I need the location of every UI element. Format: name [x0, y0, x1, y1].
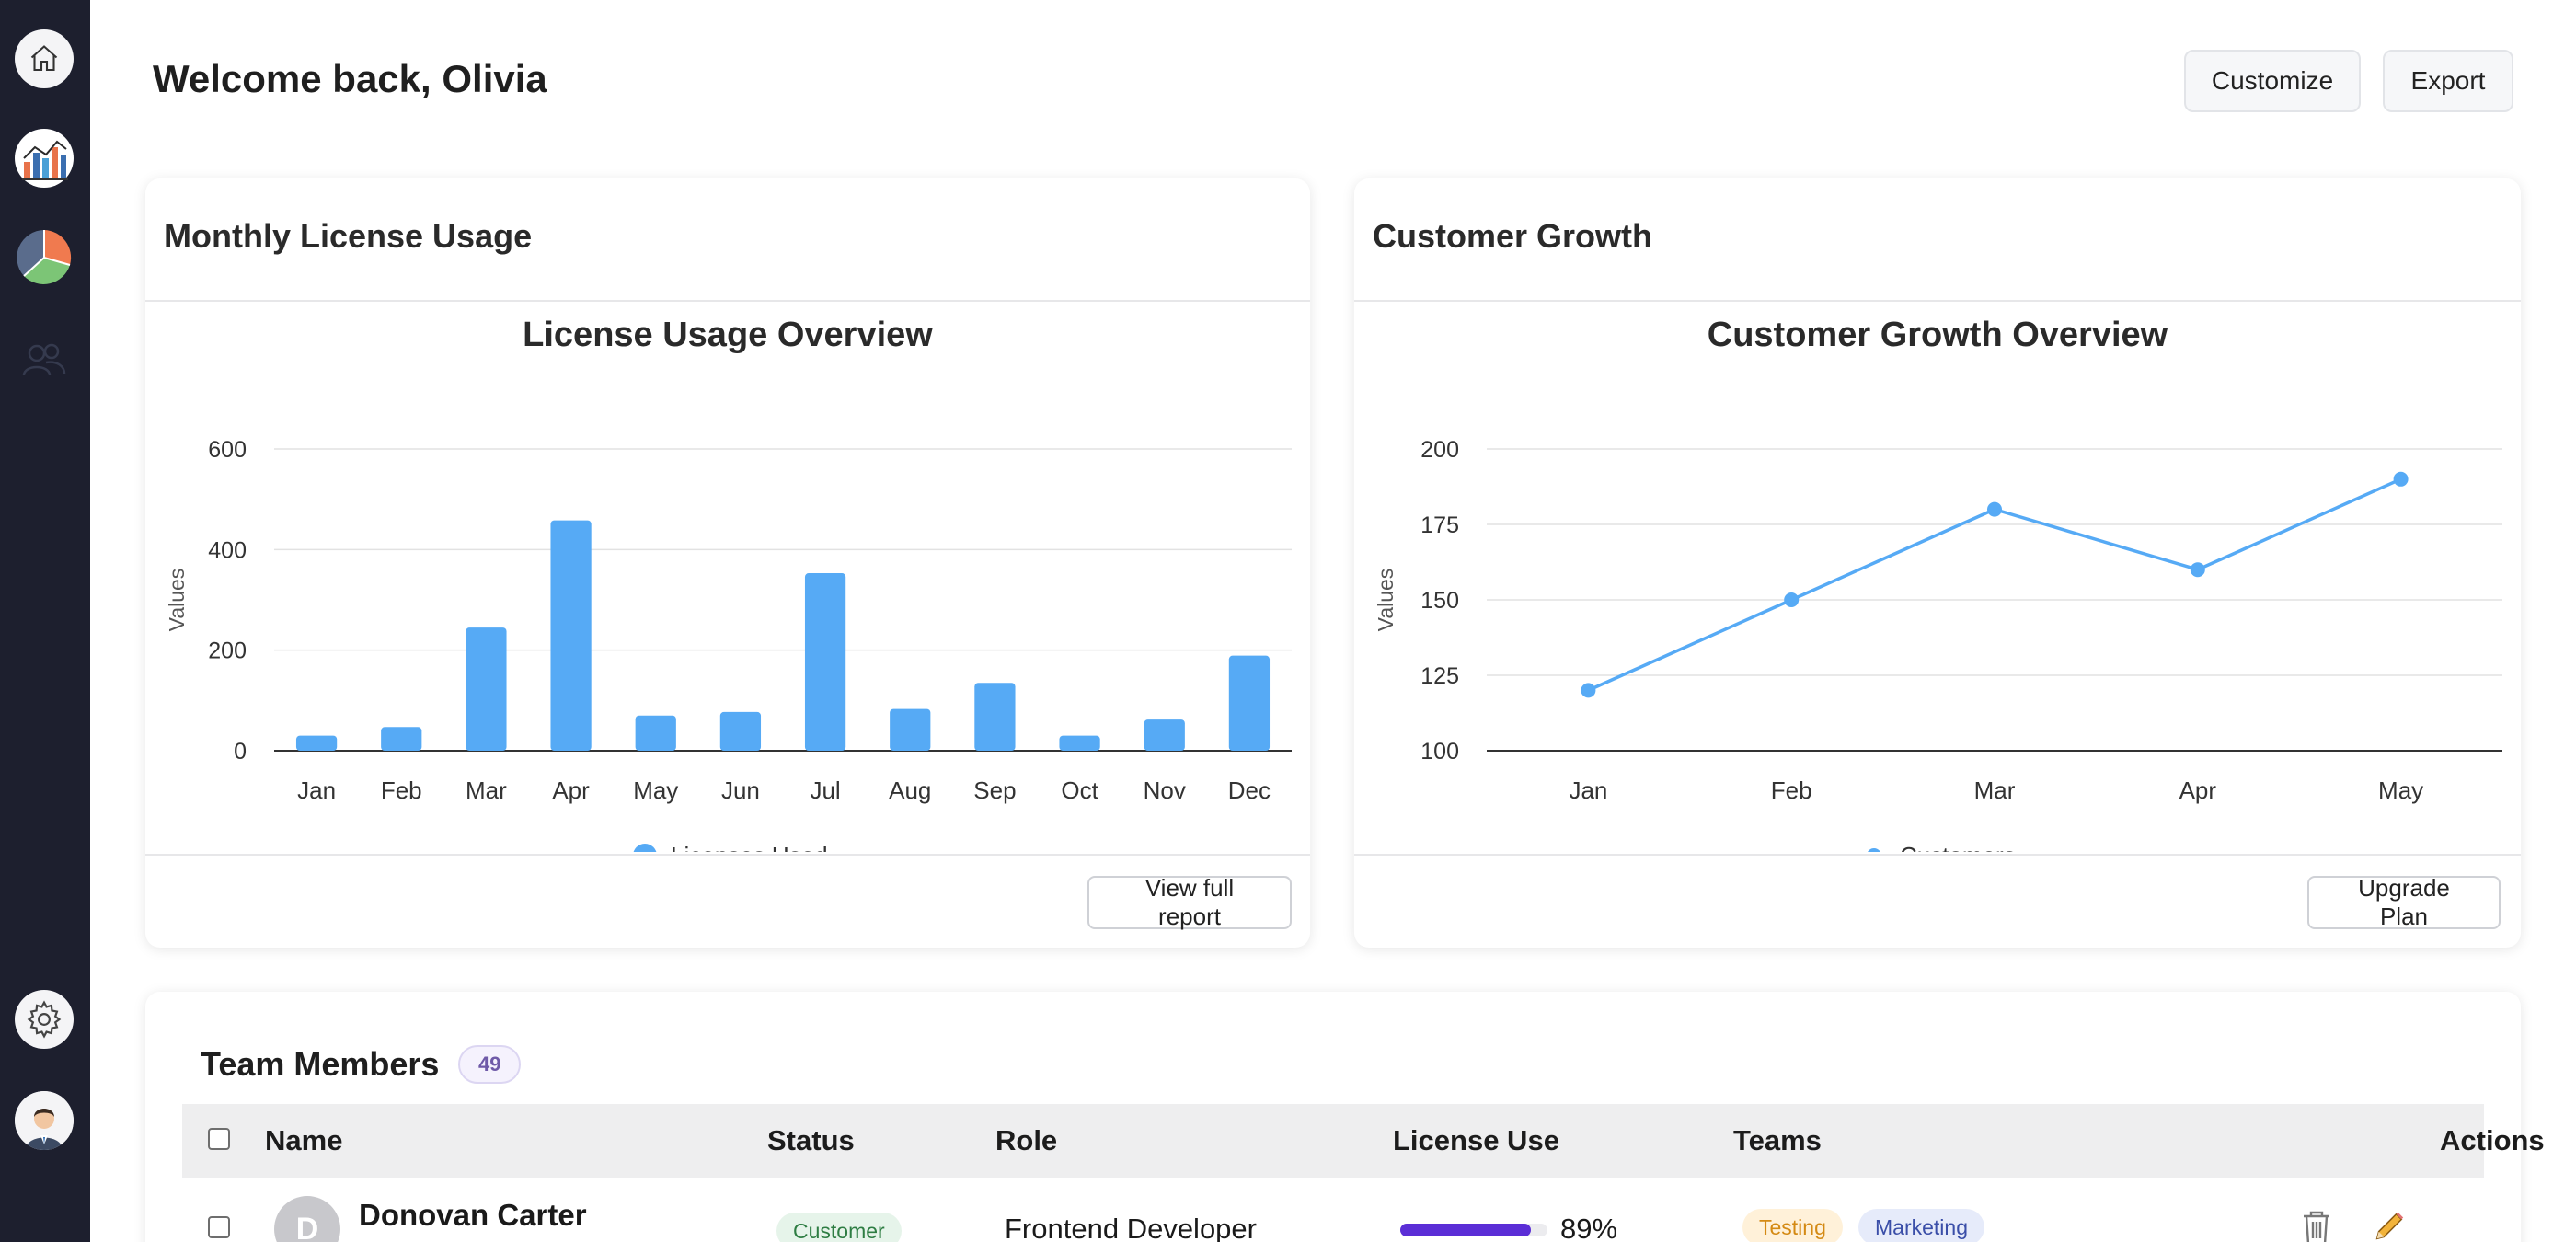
- y-tick-label: 200: [1420, 437, 1459, 463]
- y-tick-label: 175: [1420, 512, 1459, 538]
- y-tick-label: 0: [234, 739, 247, 765]
- data-point: [1987, 501, 2002, 517]
- bar-chart-icon[interactable]: [15, 129, 74, 188]
- pie-chart-icon[interactable]: [15, 228, 74, 287]
- bar: [1059, 735, 1100, 751]
- bar: [719, 711, 762, 751]
- y-tick-label: 125: [1420, 663, 1459, 689]
- team-members-card: Team Members 49 Name Status Role License…: [145, 992, 2545, 1242]
- x-tick-label: Aug: [889, 776, 931, 804]
- x-tick-label: Jul: [810, 776, 840, 804]
- column-header-role[interactable]: Role: [995, 1124, 1057, 1157]
- gear-icon[interactable]: [15, 990, 74, 1049]
- legend-marker: [1868, 848, 1880, 852]
- sidebar: [0, 0, 90, 1242]
- team-count-badge: 49: [458, 1045, 522, 1084]
- export-button[interactable]: Export: [2383, 50, 2513, 112]
- license-bar-chart: License Usage Overview Values 0 200 400 600 Ja…: [165, 316, 1292, 852]
- column-header-actions: Actions: [2440, 1124, 2545, 1156]
- data-point: [2393, 471, 2409, 487]
- bar: [1228, 655, 1271, 751]
- legend-marker: [633, 844, 657, 852]
- bar: [466, 627, 507, 751]
- home-icon[interactable]: [15, 29, 74, 88]
- column-header-teams: Teams: [1733, 1124, 1822, 1156]
- avatar-icon[interactable]: [15, 1091, 74, 1150]
- edit-icon[interactable]: [2372, 1209, 2407, 1242]
- team-badge: Marketing: [1858, 1209, 1984, 1242]
- bar: [381, 727, 422, 751]
- x-tick-label: Oct: [1061, 776, 1098, 804]
- divider: [1354, 854, 2521, 856]
- x-tick-label: Mar: [1974, 776, 2016, 804]
- status-badge: Customer: [776, 1213, 902, 1242]
- x-tick-label: May: [2378, 776, 2423, 804]
- divider: [145, 854, 1310, 856]
- row-checkbox[interactable]: [208, 1216, 230, 1238]
- data-point: [1581, 683, 1596, 698]
- bar: [550, 520, 592, 751]
- bar: [804, 573, 846, 751]
- y-axis-label: Values: [165, 569, 189, 632]
- card-title: Customer Growth: [1373, 217, 1653, 255]
- chart-title: License Usage Overview: [523, 316, 933, 354]
- column-header-license-use[interactable]: License Use: [1393, 1124, 1559, 1157]
- x-tick-label: Nov: [1144, 776, 1186, 804]
- table-header: Name Status Role License Use Teams Actio…: [182, 1104, 2545, 1178]
- customer-line-chart: Customer Growth Overview Values 100 125 150 1…: [1374, 316, 2502, 852]
- bar: [890, 708, 931, 751]
- x-tick-label: Apr: [552, 776, 590, 804]
- x-tick-label: May: [633, 776, 678, 804]
- column-header-status[interactable]: Status: [767, 1124, 855, 1157]
- customer-growth-card: Customer Growth Customer Growth Overview…: [1354, 178, 2521, 948]
- legend-label: Licenses Used: [671, 842, 828, 852]
- y-tick-label: 600: [208, 437, 247, 463]
- y-tick-label: 100: [1420, 739, 1459, 765]
- member-role: Frontend Developer: [1005, 1213, 1257, 1242]
- chart-title: Customer Growth Overview: [1708, 316, 2168, 354]
- x-tick-label: Sep: [973, 776, 1016, 804]
- bar: [1144, 719, 1185, 751]
- data-point: [2190, 562, 2205, 578]
- license-use-percent: 89%: [1560, 1213, 1618, 1242]
- upgrade-plan-button[interactable]: Upgrade Plan: [2307, 874, 2501, 930]
- member-name: Donovan Carter: [359, 1198, 587, 1232]
- x-tick-label: Jun: [721, 776, 760, 804]
- x-tick-label: Dec: [1228, 776, 1271, 804]
- legend-label: Customers: [1900, 842, 2016, 852]
- x-tick-label: Mar: [466, 776, 507, 804]
- page-title: Welcome back, Olivia: [153, 57, 547, 100]
- avatar: D: [274, 1196, 340, 1242]
- x-tick-label: Apr: [2179, 776, 2217, 804]
- y-axis-label: Values: [1374, 569, 1397, 632]
- data-point: [1784, 592, 1800, 607]
- view-full-report-button[interactable]: View full report: [1087, 874, 1292, 930]
- y-tick-label: 400: [208, 537, 247, 563]
- bar: [974, 683, 1016, 751]
- x-tick-label: Jan: [1569, 776, 1607, 804]
- card-title: Monthly License Usage: [164, 217, 533, 255]
- customize-button[interactable]: Customize: [2184, 50, 2361, 112]
- y-tick-label: 200: [208, 638, 247, 664]
- license-usage-card: Monthly License Usage License Usage Over…: [145, 178, 1310, 948]
- license-use-fill: [1400, 1224, 1532, 1236]
- license-use-bar: [1400, 1224, 1547, 1236]
- x-tick-label: Feb: [381, 776, 422, 804]
- column-header-name[interactable]: Name: [265, 1124, 342, 1157]
- x-tick-label: Feb: [1771, 776, 1812, 804]
- delete-icon[interactable]: [2300, 1209, 2333, 1242]
- users-icon[interactable]: [15, 331, 74, 390]
- team-badge: Testing: [1742, 1209, 1843, 1242]
- x-tick-label: Jan: [297, 776, 336, 804]
- y-tick-label: 150: [1420, 588, 1459, 614]
- select-all-checkbox[interactable]: [208, 1128, 230, 1150]
- team-title: Team Members: [201, 1045, 440, 1083]
- bar: [295, 735, 338, 751]
- bar: [635, 715, 676, 751]
